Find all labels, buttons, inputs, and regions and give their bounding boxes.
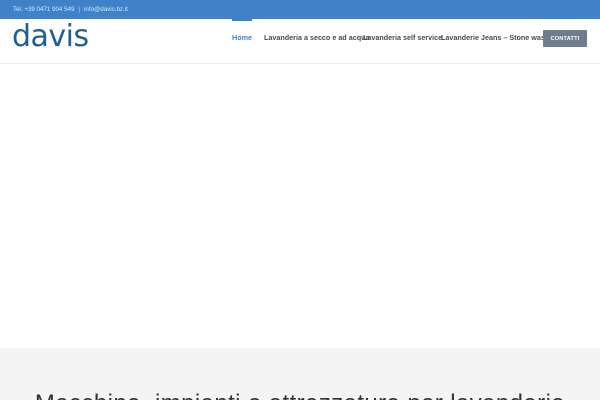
hero-area [0, 65, 600, 348]
main-nav: Home Lavanderia a secco e ad acqua Lavan… [0, 19, 600, 64]
contact-button[interactable]: CONTATTI [543, 30, 587, 47]
phone-text: Tel. +39 0471 904 549 [13, 6, 75, 13]
nav-item-lavanderia-secco-acqua[interactable]: Lavanderia a secco e ad acqua [264, 19, 369, 59]
nav-item-lavanderia-self-service[interactable]: Lavanderia self service [363, 19, 442, 59]
intro-section: Macchine, impianti e attrezzature per la… [0, 348, 600, 400]
section-heading: Macchine, impianti e attrezzature per la… [0, 390, 600, 400]
nav-item-lavanderie-jeans[interactable]: Lavanderie Jeans – Stone wash [441, 19, 549, 59]
email-link[interactable]: info@davis.bz.it [84, 6, 128, 13]
site-header: davis Home Lavanderia a secco e ad acqua… [0, 19, 600, 64]
topbar-separator: | [78, 6, 81, 13]
top-info-bar: Tel. +39 0471 904 549 | info@davis.bz.it [0, 0, 600, 19]
nav-item-home[interactable]: Home [232, 19, 252, 59]
